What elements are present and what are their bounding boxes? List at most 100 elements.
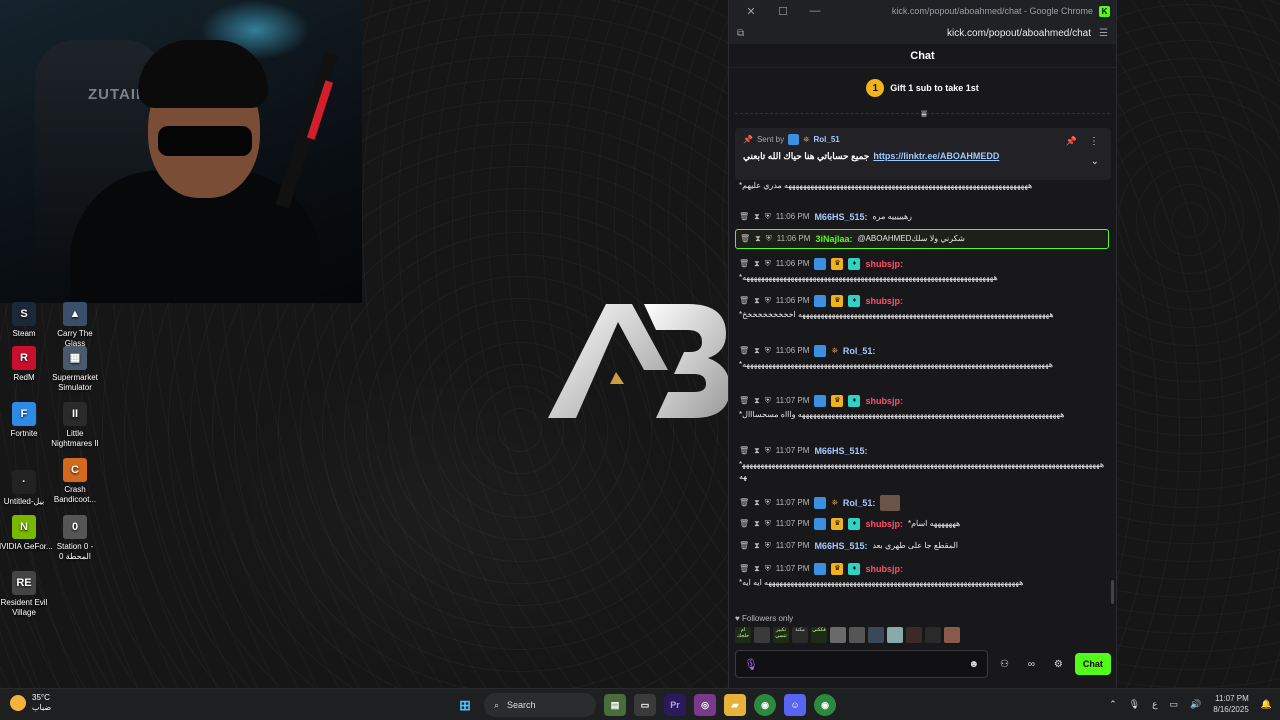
delete-icon[interactable]: 🗑 [739,518,749,530]
ban-shield-icon[interactable]: ⛨ [765,445,771,457]
delete-icon[interactable]: 🗑 [739,295,749,307]
clock[interactable]: 11:07 PM 8/16/2025 [1213,693,1249,715]
gift-leaderboard-bar[interactable]: 1 Gift 1 sub to take 1st [729,68,1116,108]
ban-shield-icon[interactable]: ⛨ [765,497,771,509]
emote-button[interactable] [887,627,903,643]
desktop-icon-resident-evil-village[interactable]: RE Resident Evil Village [0,571,53,618]
delete-icon[interactable]: 🗑 [739,211,749,223]
ban-shield-icon[interactable]: ⛨ [765,540,771,552]
delete-icon[interactable]: 🗑 [739,445,749,457]
message-user[interactable]: M66HS_515: [814,211,867,223]
ban-shield-icon[interactable]: ⛨ [765,345,771,357]
timeout-icon[interactable]: ⧗ [754,563,760,575]
minimize-icon[interactable]: — [799,5,831,17]
file-explorer-icon[interactable]: ▭ [634,694,656,716]
timeout-icon[interactable]: ⧗ [754,395,760,407]
message-user[interactable]: shubsjp: [865,258,903,270]
emote-button[interactable] [906,627,922,643]
desktop-icon-station-0[interactable]: 0 Station 0 - المحطة 0 [46,515,104,562]
premiere-icon[interactable]: Pr [664,694,686,716]
ban-shield-icon[interactable]: ⛨ [765,395,771,407]
ban-shield-icon[interactable]: ⛨ [765,211,771,223]
chat-input[interactable] [763,659,963,669]
timeout-icon[interactable]: ⧗ [755,233,761,245]
notification-icon[interactable]: 🔔 [1261,699,1272,710]
pinned-link[interactable]: https://linktr.ee/ABOAHMEDD [873,151,999,162]
timeout-icon[interactable]: ⧗ [754,345,760,357]
timeout-icon[interactable]: ⧗ [754,518,760,530]
chevron-down-icon[interactable]: ⌄ [1091,156,1099,167]
emote-button[interactable]: تكبير تنسي [773,627,789,643]
emote-button[interactable] [849,627,865,643]
delete-icon[interactable]: 🗑 [739,395,749,407]
emote-button[interactable] [944,627,960,643]
weather-widget[interactable]: 35°C ضباب [10,693,51,713]
timeout-icon[interactable]: ⧗ [754,211,760,223]
microphone-icon[interactable]: 🎙 [744,658,758,671]
chrome-icon[interactable]: ◉ [754,694,776,716]
windows-start-icon[interactable]: ⊞ [454,694,476,716]
microphone-tray-icon[interactable]: 🎙 [1129,699,1140,710]
infinity-icon[interactable]: ∞ [1021,659,1042,670]
volume-icon[interactable]: 🔊 [1190,699,1201,710]
timeout-icon[interactable]: ⧗ [754,497,760,509]
emote-button[interactable] [868,627,884,643]
emoji-picker-icon[interactable]: ☻ [969,659,980,670]
widgets-icon[interactable]: ▤ [604,694,626,716]
desktop-icon-crash-bandicoot[interactable]: C Crash Bandicoot... [46,458,104,505]
message-user[interactable]: shubsjp: [865,563,903,575]
unpin-icon[interactable]: 📌 [1066,136,1077,147]
message-user[interactable]: M66HS_515: [814,445,867,457]
desktop-icon-carry-the-glass[interactable]: ▲ Carry The Glass [46,302,104,349]
message-user[interactable]: shubsjp: [865,395,903,407]
site-info-icon[interactable]: ⧉ [737,28,744,39]
emote-button[interactable] [754,627,770,643]
message-user[interactable]: shubsjp: [865,518,903,530]
emote-button[interactable]: ام حلحك [735,627,751,643]
timeout-icon[interactable]: ⧗ [754,540,760,552]
send-chat-button[interactable]: Chat [1074,653,1111,675]
message-user[interactable]: Rol_51: [843,497,876,509]
desktop-icon-little-nightmares[interactable]: II Little Nightmares II [46,402,104,449]
message-user[interactable]: M66HS_515: [814,540,867,552]
pinned-user[interactable]: Rol_51 [814,135,840,144]
network-icon[interactable]: ▭ [1169,699,1178,710]
chat-input-box[interactable]: 🎙 ☻ [735,650,989,678]
ban-shield-icon[interactable]: ⛨ [766,233,772,245]
emote-button[interactable]: فككني [811,627,827,643]
ban-shield-icon[interactable]: ⛨ [765,295,771,307]
discord-icon[interactable]: ☺ [784,694,806,716]
delete-icon[interactable]: 🗑 [739,497,749,509]
language-indicator[interactable]: ع [1152,699,1157,710]
delete-icon[interactable]: 🗑 [740,233,750,245]
emote-button[interactable]: مكنة [792,627,808,643]
timeout-icon[interactable]: ⧗ [754,445,760,457]
message-user[interactable]: shubsjp: [865,295,903,307]
collapse-arrow-icon[interactable]: ⩸ [921,109,927,120]
instagram-icon[interactable]: ◎ [694,694,716,716]
delete-icon[interactable]: 🗑 [739,540,749,552]
message-user[interactable]: Rol_51: [843,345,876,357]
emote-button[interactable] [830,627,846,643]
maximize-icon[interactable]: ☐ [767,5,799,18]
delete-icon[interactable]: 🗑 [739,258,749,270]
chevron-up-icon[interactable]: ⌃ [1109,699,1117,710]
desktop-icon-supermarket-simulator[interactable]: ▦ Supermarket Simulator [46,346,104,393]
gear-icon[interactable]: ⚙ [1048,659,1069,670]
delete-icon[interactable]: 🗑 [739,563,749,575]
chat-scrollbar[interactable] [1111,580,1114,604]
url-text[interactable]: kick.com/popout/aboahmed/chat [744,28,1099,39]
emote-button[interactable] [925,627,941,643]
ban-shield-icon[interactable]: ⛨ [765,518,771,530]
folder-icon[interactable]: ▰ [724,694,746,716]
chrome-popup-icon[interactable]: ◉ [814,694,836,716]
timeout-icon[interactable]: ⧗ [754,258,760,270]
tune-icon[interactable]: ☰ [1099,28,1108,39]
ban-shield-icon[interactable]: ⛨ [765,563,771,575]
timeout-icon[interactable]: ⧗ [754,295,760,307]
taskbar-search[interactable]: ⌕ Search [484,693,596,717]
users-icon[interactable]: ⚇ [994,659,1015,670]
close-icon[interactable]: ✕ [735,5,767,18]
message-user[interactable]: 3iNajlaa: [815,233,852,245]
ban-shield-icon[interactable]: ⛨ [765,258,771,270]
